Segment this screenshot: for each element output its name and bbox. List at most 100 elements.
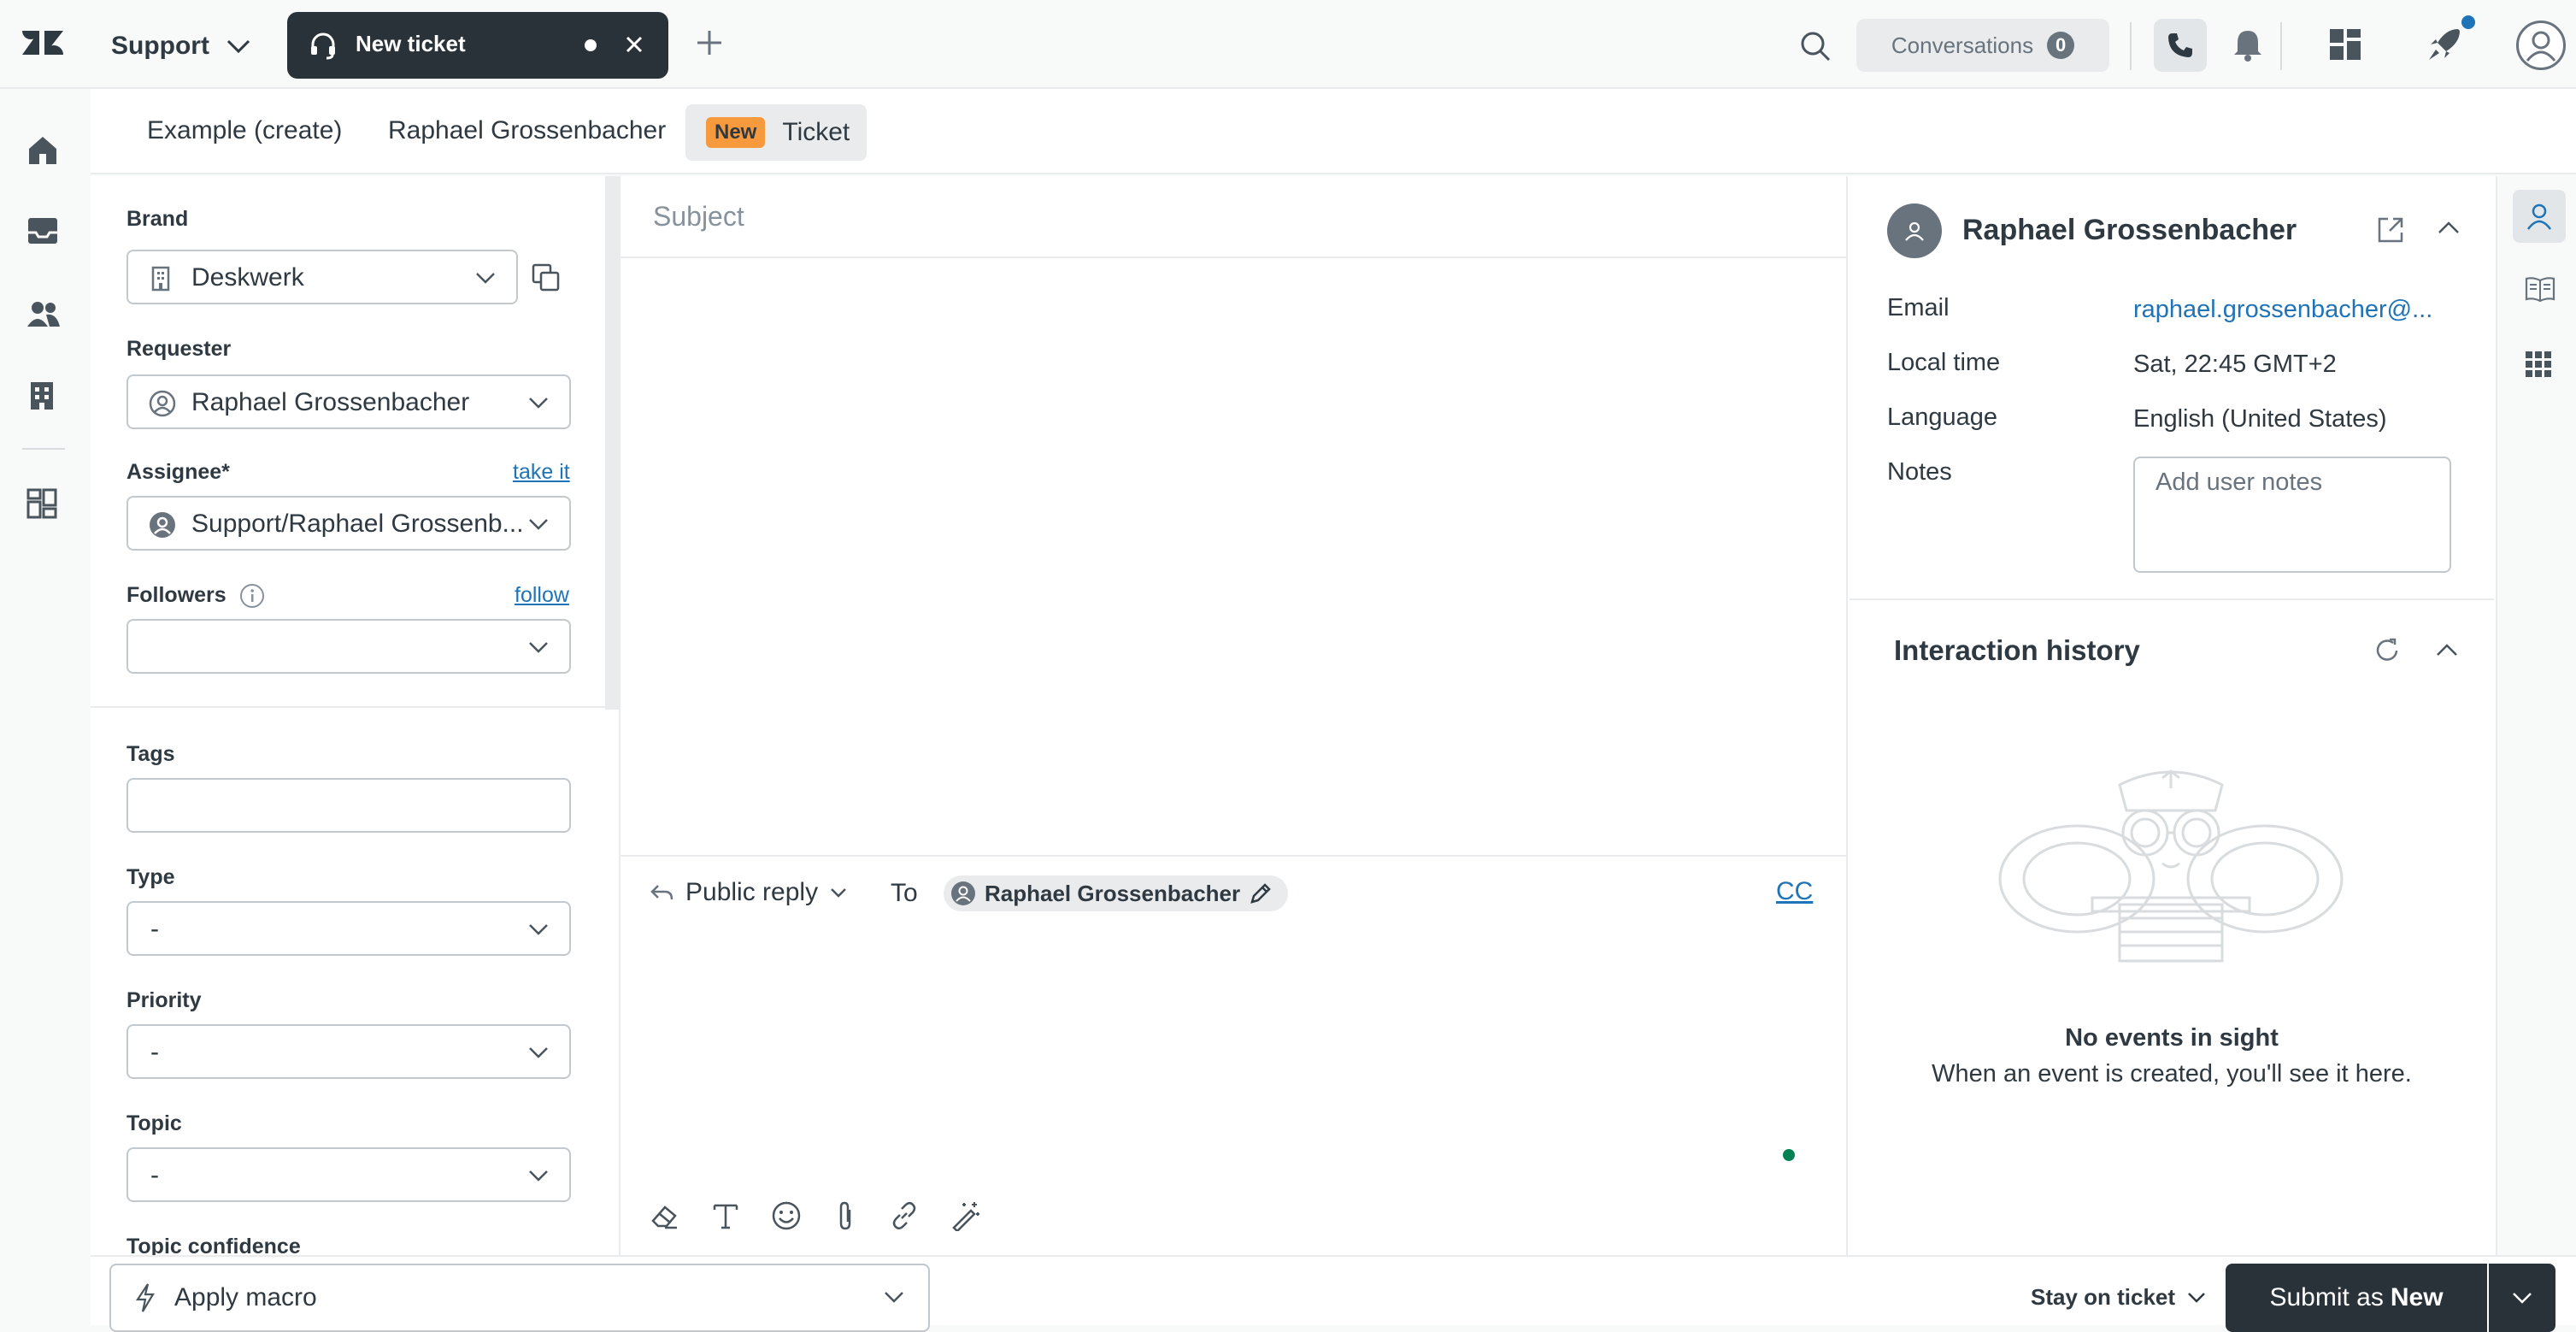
notifications-bell-icon[interactable] <box>2231 27 2265 63</box>
emoji-icon[interactable] <box>771 1200 802 1231</box>
tags-label: Tags <box>126 742 175 766</box>
submit-options-button[interactable] <box>2489 1264 2555 1332</box>
open-external-icon[interactable] <box>2376 215 2405 245</box>
collapse-chevron-up-icon[interactable] <box>2436 643 2458 657</box>
subtab-example[interactable]: Example (create) <box>147 116 342 145</box>
views-inbox-icon[interactable] <box>26 215 60 246</box>
language-label: Language <box>1887 404 1998 431</box>
chevron-down-icon <box>2512 1292 2532 1304</box>
reply-type-dropdown[interactable]: Public reply <box>650 874 847 911</box>
chevron-down-icon <box>475 272 496 284</box>
empty-state-subtitle: When an event is created, you'll see it … <box>1932 1060 2412 1087</box>
composer-toolbar <box>650 1197 981 1235</box>
recipient-chip[interactable]: Raphael Grossenbacher <box>944 875 1289 911</box>
home-icon[interactable] <box>26 133 60 166</box>
building-icon <box>149 265 173 292</box>
notes-label: Notes <box>1887 458 1952 486</box>
apply-macro-label: Apply macro <box>174 1283 317 1311</box>
requester-select[interactable]: Raphael Grossenbacher <box>126 374 571 429</box>
magic-wand-icon[interactable] <box>950 1200 981 1231</box>
context-panel <box>1846 176 2497 1255</box>
info-icon[interactable] <box>239 583 265 609</box>
submit-button[interactable]: Submit as New <box>2226 1264 2487 1332</box>
recipient-name: Raphael Grossenbacher <box>985 880 1241 906</box>
brand-value: Deskwerk <box>191 263 304 292</box>
user-notes-input[interactable] <box>2133 457 2451 573</box>
text-format-icon[interactable] <box>711 1200 740 1231</box>
subject-input[interactable] <box>620 176 1846 258</box>
tags-input[interactable] <box>126 778 571 833</box>
to-label: To <box>891 879 918 907</box>
refresh-icon[interactable] <box>2373 636 2402 665</box>
local-time-label: Local time <box>1887 349 2001 376</box>
close-tab-icon[interactable] <box>620 31 648 58</box>
followers-label: Followers <box>126 583 226 607</box>
chevron-down-icon <box>528 1170 549 1182</box>
chevron-down-icon <box>226 38 250 54</box>
eraser-icon[interactable] <box>650 1200 680 1231</box>
subtab-ticket-label: Ticket <box>782 118 850 146</box>
topic-value: - <box>150 1161 159 1189</box>
subtab-user[interactable]: Raphael Grossenbacher <box>388 116 666 145</box>
chevron-down-icon <box>830 887 847 898</box>
tab-label: New ticket <box>356 31 466 56</box>
link-icon[interactable] <box>889 1200 920 1231</box>
cc-link[interactable]: CC <box>1776 877 1813 906</box>
section-divider <box>1850 598 2494 600</box>
rocket-icon[interactable] <box>2426 26 2463 63</box>
reply-type-label: Public reply <box>685 878 819 906</box>
organizations-icon[interactable] <box>26 380 58 412</box>
add-tab-icon[interactable] <box>694 27 725 58</box>
followers-select[interactable] <box>126 619 571 674</box>
stay-on-ticket-dropdown[interactable]: Stay on ticket <box>2031 1284 2206 1311</box>
interaction-history-title: Interaction history <box>1894 634 2140 666</box>
topic-label: Topic <box>126 1111 182 1135</box>
chevron-down-icon <box>528 397 549 409</box>
follow-link[interactable]: follow <box>515 583 569 608</box>
customers-icon[interactable] <box>26 299 62 328</box>
brand-select[interactable]: Deskwerk <box>126 250 518 304</box>
type-select[interactable]: - <box>126 901 571 956</box>
status-badge-new: New <box>706 117 766 148</box>
tab-new-ticket[interactable]: New ticket <box>287 12 668 79</box>
conversations-button[interactable]: Conversations 0 <box>1856 19 2109 72</box>
stay-on-ticket-label: Stay on ticket <box>2031 1284 2176 1310</box>
user-icon <box>2525 202 2554 231</box>
language-value: English (United States) <box>2133 405 2387 433</box>
priority-select[interactable]: - <box>126 1024 571 1079</box>
subtab-ticket[interactable]: New Ticket <box>685 104 867 161</box>
customer-name[interactable]: Raphael Grossenbacher <box>1962 214 2297 247</box>
knowledge-book-icon[interactable] <box>2525 275 2555 303</box>
unsaved-indicator <box>585 39 597 51</box>
topic-select[interactable]: - <box>126 1147 571 1202</box>
reporting-icon[interactable] <box>26 487 58 520</box>
phone-button[interactable] <box>2154 19 2207 72</box>
email-value[interactable]: raphael.grossenbacher@... <box>2133 296 2432 324</box>
copy-icon[interactable] <box>532 263 561 292</box>
scrollbar[interactable] <box>605 176 619 710</box>
assignee-select[interactable]: Support/Raphael Grossenb... <box>126 496 571 551</box>
pencil-edit-icon[interactable] <box>1249 881 1273 905</box>
phone-icon <box>2166 31 2195 60</box>
customer-context-button[interactable] <box>2513 190 2566 243</box>
assignee-value: Support/Raphael Grossenb... <box>191 510 524 538</box>
assignee-label: Assignee* <box>126 460 230 484</box>
type-label: Type <box>126 865 175 889</box>
zendesk-logo-icon[interactable] <box>22 26 67 67</box>
divider <box>2130 22 2132 70</box>
apps-grid-icon[interactable] <box>2328 27 2362 62</box>
conversations-count-badge: 0 <box>2047 32 2075 59</box>
apps-grid-icon[interactable] <box>2525 351 2552 378</box>
chevron-down-icon <box>2187 1292 2206 1304</box>
customer-avatar <box>1887 203 1942 258</box>
apply-macro-dropdown[interactable]: Apply macro <box>109 1264 930 1332</box>
email-label: Email <box>1887 294 1950 321</box>
attachment-icon[interactable] <box>832 1199 858 1232</box>
product-switcher[interactable]: Support <box>111 26 250 67</box>
user-avatar-menu[interactable] <box>2516 21 2566 70</box>
reply-arrow-icon <box>650 882 673 903</box>
section-divider <box>91 706 607 708</box>
take-it-link[interactable]: take it <box>513 460 570 485</box>
search-icon[interactable] <box>1798 29 1832 63</box>
collapse-chevron-up-icon[interactable] <box>2438 221 2460 234</box>
